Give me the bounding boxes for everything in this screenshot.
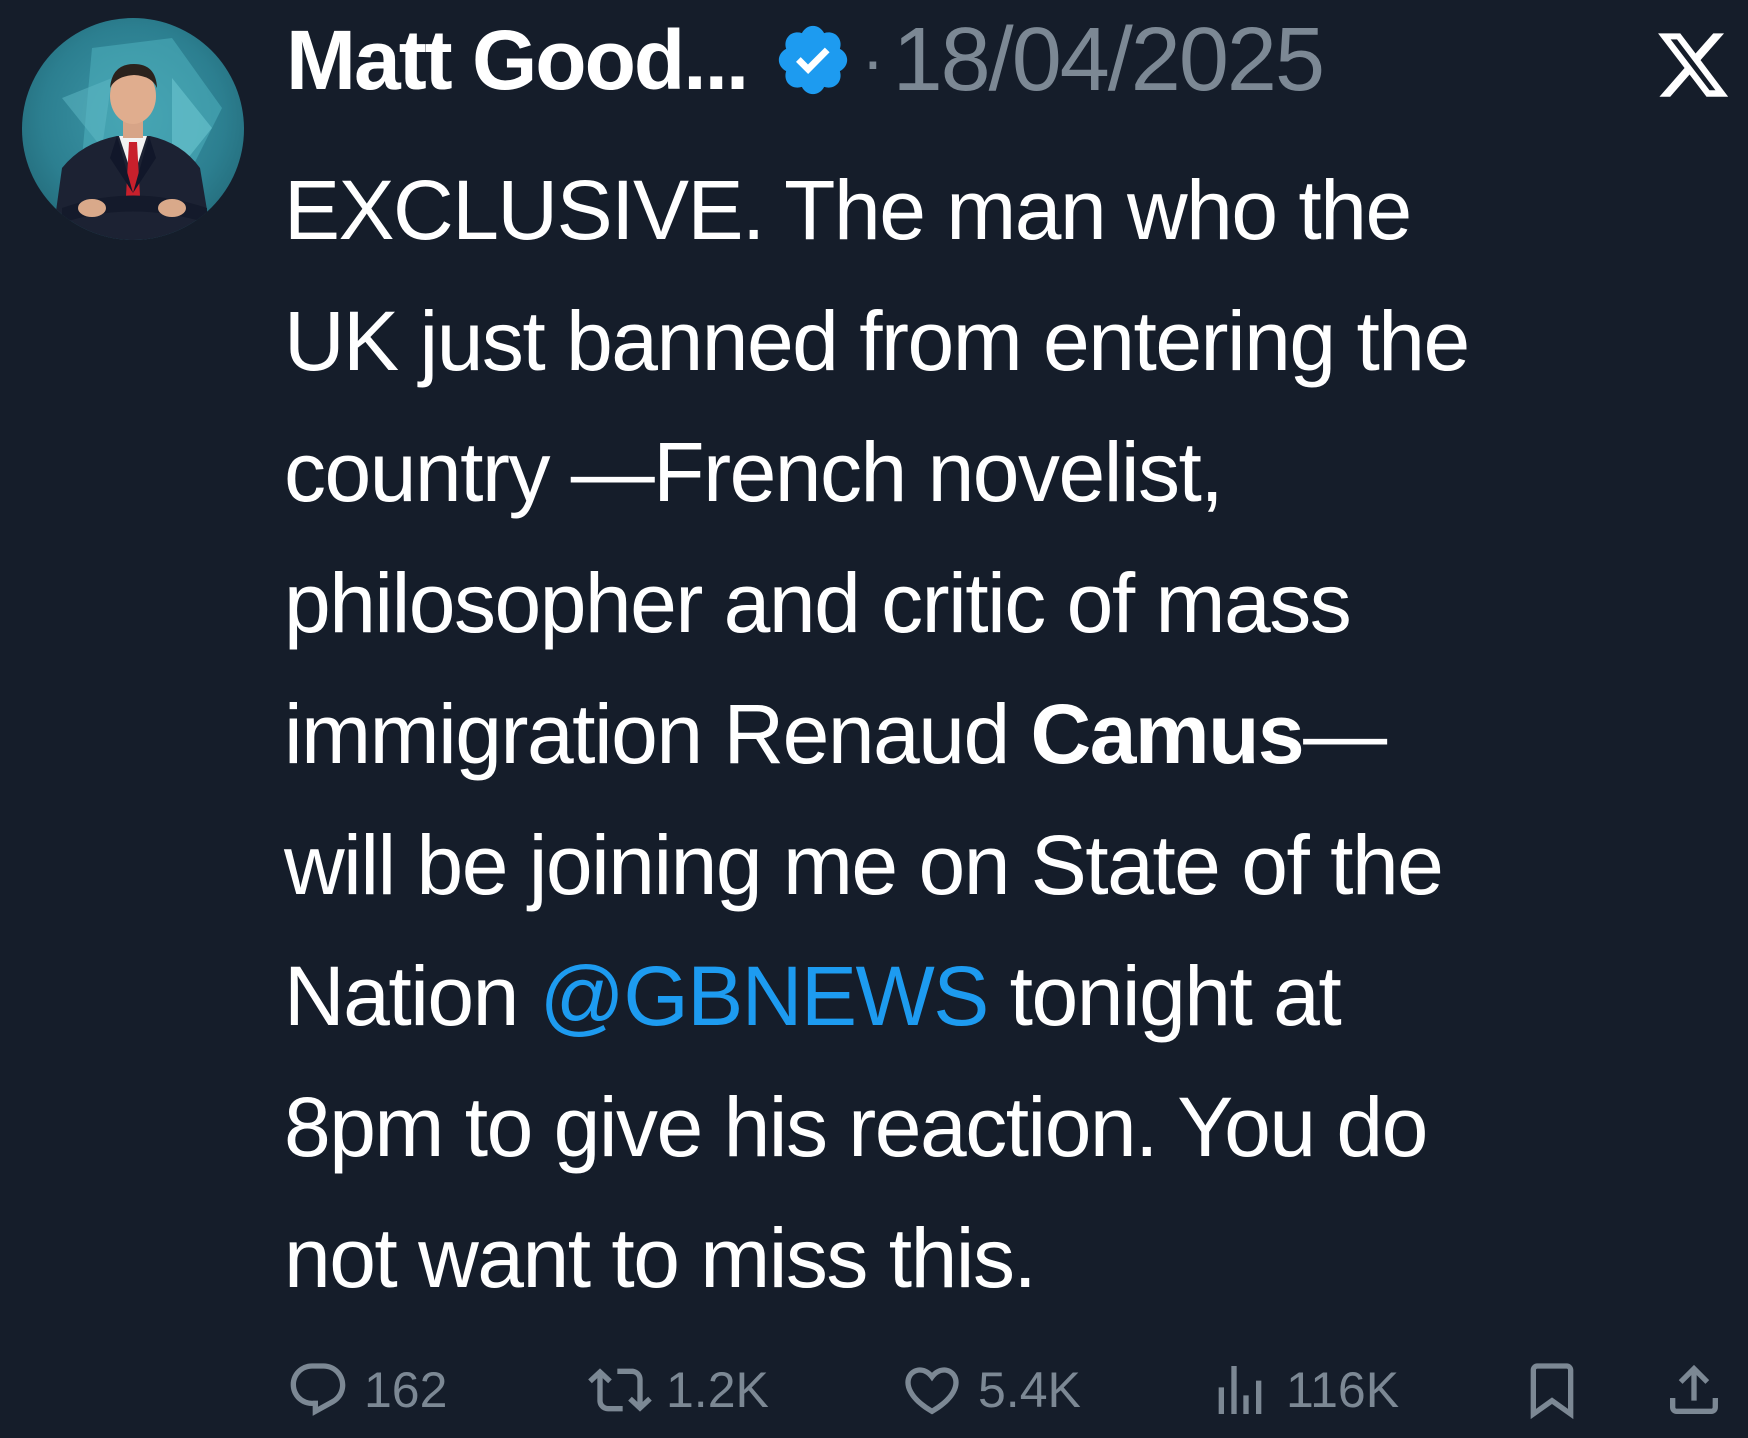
tweet-text-segment: immigration Renaud [284, 687, 1031, 781]
views-button[interactable]: 116K [1208, 1350, 1399, 1430]
tweet-text-segment: tonight at [987, 949, 1342, 1043]
repost-icon [588, 1358, 652, 1422]
like-count: 5.4K [978, 1362, 1081, 1418]
tweet-line: 8pm to give his reaction. You do [284, 1080, 1428, 1174]
reply-icon [286, 1358, 350, 1422]
highlighted-keyword: Camus [1030, 687, 1305, 781]
share-icon [1662, 1358, 1726, 1422]
action-bar: 162 1.2K 5.4K 116K [0, 1350, 1748, 1430]
like-button[interactable]: 5.4K [900, 1350, 1081, 1430]
tweet-line: UK just banned from entering the [284, 294, 1470, 388]
mention-link[interactable]: @GBNEWS [540, 949, 990, 1043]
tweet-line: philosopher and critic of mass [284, 556, 1352, 650]
tweet-card: Matt Good... · 18/04/2025 EXCLUSIVE. The… [0, 0, 1748, 1438]
tweet-header: Matt Good... · 18/04/2025 [286, 9, 1325, 112]
reply-button[interactable]: 162 [286, 1350, 447, 1430]
x-logo-icon[interactable] [1654, 26, 1732, 104]
tweet-text-segment: — [1303, 687, 1387, 781]
avatar[interactable] [22, 18, 244, 240]
tweet-text-segment: Nation [284, 949, 540, 1043]
bookmark-icon [1520, 1358, 1584, 1422]
views-count: 116K [1286, 1362, 1400, 1418]
reply-count: 162 [364, 1362, 448, 1418]
share-button[interactable] [1662, 1350, 1726, 1430]
author-name[interactable]: Matt Good... [286, 12, 749, 109]
tweet-line: Nation @GBNEWS tonight at [284, 931, 1734, 1062]
tweet-date[interactable]: 18/04/2025 [893, 9, 1325, 112]
repost-count: 1.2K [666, 1362, 769, 1418]
bookmark-button[interactable] [1520, 1350, 1584, 1430]
tweet-text: EXCLUSIVE. The man who the UK just banne… [284, 145, 1734, 1324]
tweet-line: will be joining me on State of the [284, 818, 1444, 912]
heart-icon [900, 1358, 964, 1422]
repost-button[interactable]: 1.2K [588, 1350, 769, 1430]
tweet-line: not want to miss this. [284, 1211, 1037, 1305]
header-separator: · [861, 21, 885, 99]
tweet-line: immigration Renaud Camus— [284, 669, 1734, 800]
verified-badge-icon[interactable] [773, 20, 853, 100]
tweet-line: EXCLUSIVE. The man who the [284, 163, 1412, 257]
analytics-icon [1208, 1358, 1272, 1422]
tweet-line: country —French novelist, [284, 425, 1224, 519]
